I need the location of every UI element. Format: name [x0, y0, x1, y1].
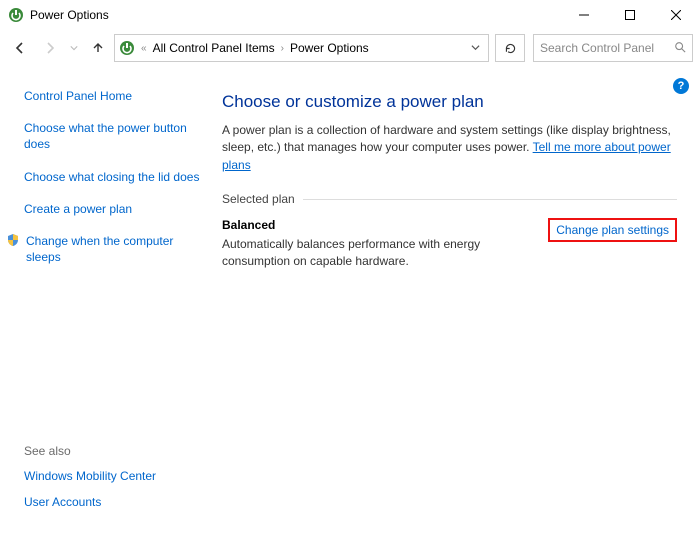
- plan-description: Automatically balances performance with …: [222, 236, 548, 270]
- window-controls: [561, 0, 699, 30]
- search-input[interactable]: Search Control Panel: [533, 34, 693, 62]
- page-description: A power plan is a collection of hardware…: [222, 122, 677, 174]
- plan-name: Balanced: [222, 218, 548, 232]
- plan-info: Balanced Automatically balances performa…: [222, 218, 548, 270]
- address-dropdown-icon[interactable]: [467, 41, 484, 55]
- recent-locations-button[interactable]: [66, 34, 82, 62]
- content-area: Control Panel Home Choose what the power…: [0, 70, 699, 542]
- closing-lid-link[interactable]: Choose what closing the lid does: [24, 169, 200, 185]
- power-button-link[interactable]: Choose what the power button does: [24, 120, 200, 152]
- breadcrumb-separator-icon[interactable]: «: [139, 43, 149, 54]
- breadcrumb-all-items[interactable]: All Control Panel Items: [153, 41, 275, 55]
- search-icon: [674, 41, 686, 56]
- selected-plan-section: Selected plan: [222, 192, 677, 206]
- address-bar[interactable]: « All Control Panel Items › Power Option…: [114, 34, 489, 62]
- change-sleep-link[interactable]: Change when the computer sleeps: [6, 233, 200, 265]
- close-button[interactable]: [653, 0, 699, 30]
- plan-row: Balanced Automatically balances performa…: [222, 218, 677, 270]
- see-also-header: See also: [24, 444, 200, 458]
- title-bar: Power Options: [0, 0, 699, 30]
- sidebar: Control Panel Home Choose what the power…: [0, 70, 210, 542]
- page-heading: Choose or customize a power plan: [222, 92, 677, 112]
- divider: [303, 199, 677, 200]
- create-power-plan-link[interactable]: Create a power plan: [24, 201, 200, 217]
- power-options-icon: [8, 7, 24, 23]
- breadcrumb-chevron-icon[interactable]: ›: [279, 43, 286, 54]
- minimize-button[interactable]: [561, 0, 607, 30]
- user-accounts-link[interactable]: User Accounts: [24, 494, 200, 510]
- maximize-button[interactable]: [607, 0, 653, 30]
- change-plan-settings-link[interactable]: Change plan settings: [548, 218, 677, 242]
- main-panel: Choose or customize a power plan A power…: [210, 70, 699, 542]
- window-title: Power Options: [30, 8, 561, 22]
- navigation-bar: « All Control Panel Items › Power Option…: [0, 30, 699, 66]
- refresh-button[interactable]: [495, 34, 525, 62]
- breadcrumb-power-options[interactable]: Power Options: [290, 41, 369, 55]
- change-sleep-label: Change when the computer sleeps: [26, 233, 200, 265]
- search-placeholder: Search Control Panel: [540, 41, 654, 55]
- control-panel-home-link[interactable]: Control Panel Home: [24, 88, 200, 104]
- forward-button[interactable]: [36, 34, 64, 62]
- shield-icon: [6, 233, 20, 247]
- selected-plan-label: Selected plan: [222, 192, 295, 206]
- see-also-section: See also Windows Mobility Center User Ac…: [24, 444, 200, 532]
- back-button[interactable]: [6, 34, 34, 62]
- mobility-center-link[interactable]: Windows Mobility Center: [24, 468, 200, 484]
- power-options-icon: [119, 40, 135, 56]
- up-button[interactable]: [84, 34, 112, 62]
